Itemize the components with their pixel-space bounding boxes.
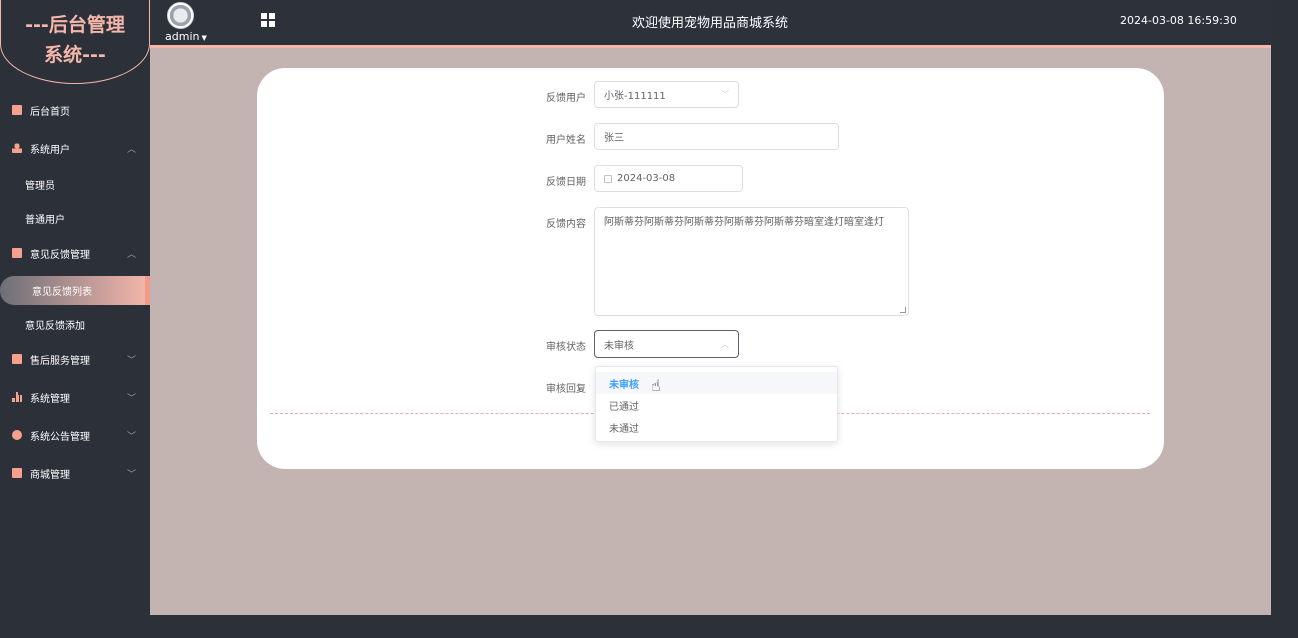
feedback-user-value: 小张-111111 [604, 91, 666, 102]
dropdown-option-rejected[interactable]: 未通过 [596, 416, 837, 438]
chevron-down-icon: ﹀ [721, 90, 729, 99]
sidebar-subitem-normal-user[interactable]: 普通用户 [0, 204, 150, 232]
page-title: 欢迎使用宠物用品商城系统 [631, 16, 788, 31]
review-status-dropdown: 未审核 已通过 未通过 [595, 366, 838, 442]
feedback-user-select[interactable]: 小张-111111 ﹀ [594, 81, 739, 108]
calendar-icon [604, 174, 612, 183]
chart-icon [12, 354, 22, 364]
sidebar-item-label: 后台首页 [30, 106, 70, 118]
label-feedback-content: 反馈内容 [546, 219, 586, 230]
chevron-up-icon: ︿ [126, 144, 136, 155]
dropdown-option-pending[interactable]: 未审核 [596, 372, 837, 394]
chevron-down-icon: ﹀ [126, 393, 136, 404]
chevron-down-icon: ﹀ [126, 431, 136, 442]
sidebar-subitem-label: 意见反馈列表 [32, 287, 92, 298]
sidebar-item-label: 系统用户 [30, 144, 70, 156]
user-name-input[interactable]: 张三 [594, 123, 839, 150]
dropdown-option-approved[interactable]: 已通过 [596, 394, 837, 416]
chevron-down-icon: ﹀ [126, 469, 136, 480]
review-status-select[interactable]: 未审核 ︿ [594, 330, 739, 358]
caret-down-icon: ▼ [201, 34, 207, 42]
user-menu[interactable]: admin ▼ [165, 30, 207, 43]
feedback-date-input[interactable]: 2024-03-08 [594, 165, 743, 192]
sidebar-item-label: 系统管理 [30, 393, 70, 405]
user-name-value: 张三 [604, 133, 624, 144]
feedback-content-value: 阿斯蒂芬阿斯蒂芬阿斯蒂芬阿斯蒂芬阿斯蒂芬暗室逢灯暗室逢灯 [604, 217, 884, 228]
label-user-name: 用户姓名 [546, 135, 586, 146]
sidebar-subitem-feedback-add[interactable]: 意见反馈添加 [0, 310, 150, 338]
sidebar-subitem-label: 普通用户 [25, 214, 65, 226]
sidebar-subitem-feedback-list[interactable]: 意见反馈列表 [0, 276, 150, 305]
review-status-value: 未审核 [604, 340, 634, 352]
feedback-content-textarea[interactable]: 阿斯蒂芬阿斯蒂芬阿斯蒂芬阿斯蒂芬阿斯蒂芬暗室逢灯暗室逢灯 [594, 207, 909, 316]
logo-title: ---后台管理 系统--- [0, 10, 150, 70]
sidebar-item-after-sales[interactable]: 售后服务管理 ﹀ [0, 345, 150, 373]
sidebar-item-system-users[interactable]: 系统用户 ︿ [0, 134, 150, 162]
sidebar-item-shop[interactable]: 商城管理 ﹀ [0, 459, 150, 487]
label-feedback-date: 反馈日期 [546, 177, 586, 188]
chart-icon [12, 248, 22, 258]
resize-handle[interactable] [900, 307, 906, 313]
hand-cursor-icon: ☝ [651, 376, 661, 395]
sidebar-item-label: 系统公告管理 [30, 431, 90, 443]
chevron-up-icon: ︿ [126, 249, 136, 260]
sidebar-subitem-admin[interactable]: 管理员 [0, 170, 150, 198]
window-edge [1271, 0, 1298, 638]
feedback-date-value: 2024-03-08 [617, 173, 676, 184]
label-feedback-user: 反馈用户 [546, 93, 586, 104]
datetime: 2024-03-08 16:59:30 [1120, 14, 1237, 27]
sidebar-subitem-label: 管理员 [25, 180, 55, 192]
monitor-icon [12, 468, 22, 478]
user-icon [12, 143, 22, 153]
sidebar-item-announcements[interactable]: 系统公告管理 ﹀ [0, 421, 150, 449]
monitor-icon [12, 105, 22, 115]
apps-grid-icon[interactable] [261, 13, 275, 27]
avatar[interactable] [167, 2, 194, 29]
bar-chart-icon [12, 392, 22, 402]
chevron-down-icon: ﹀ [126, 355, 136, 366]
logo-line-1: ---后台管理 [25, 14, 125, 36]
logo-line-2: 系统--- [44, 44, 106, 66]
sidebar-item-home[interactable]: 后台首页 [0, 96, 150, 124]
info-icon [12, 430, 22, 440]
sidebar-item-system-management[interactable]: 系统管理 ﹀ [0, 383, 150, 411]
sidebar-item-label: 售后服务管理 [30, 355, 90, 367]
sidebar-item-label: 意见反馈管理 [30, 249, 90, 261]
bottom-bar [150, 615, 1298, 638]
sidebar-item-feedback[interactable]: 意见反馈管理 ︿ [0, 239, 150, 267]
sidebar-subitem-label: 意见反馈添加 [25, 320, 85, 332]
label-review-status: 审核状态 [546, 342, 586, 353]
sidebar-item-label: 商城管理 [30, 469, 70, 481]
chevron-up-icon: ︿ [721, 339, 729, 349]
username: admin [165, 30, 200, 43]
label-review-reply: 审核回复 [546, 384, 586, 395]
sidebar: ---后台管理 系统--- 后台首页 系统用户 ︿ 管理员 普通用户 意见反馈管… [0, 0, 150, 638]
